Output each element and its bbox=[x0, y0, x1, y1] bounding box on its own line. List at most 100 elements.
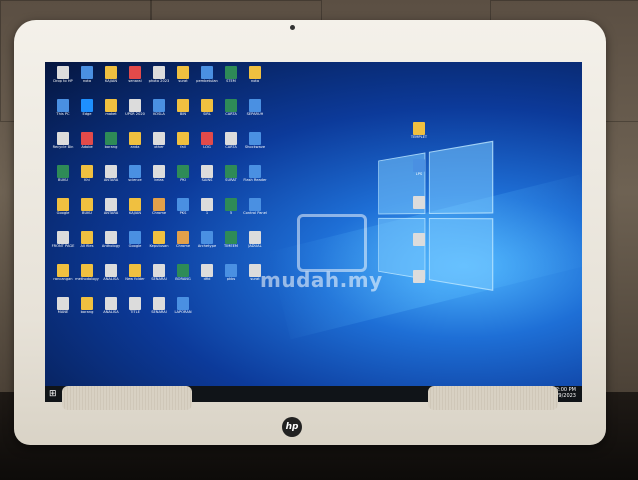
desktop-icon[interactable]: maket bbox=[99, 99, 123, 116]
desktop-icon[interactable]: LOG bbox=[195, 132, 219, 149]
desktop-icon[interactable]: JADUAL bbox=[243, 231, 267, 248]
desktop-icon[interactable]: fail bbox=[171, 132, 195, 149]
desktop-icon[interactable]: Keputusan bbox=[147, 231, 171, 248]
desktop-icon[interactable]: TITLE bbox=[123, 297, 147, 314]
desktop-icon[interactable]: LPS bbox=[407, 159, 431, 176]
file-icon bbox=[153, 198, 165, 211]
desktop-icon[interactable]: Archetype bbox=[195, 231, 219, 248]
desktop-icon[interactable]: SENARAI bbox=[147, 264, 171, 281]
desktop-icon-label: STEM bbox=[226, 79, 236, 83]
desktop-icon[interactable]: UPSR 2020 bbox=[123, 99, 147, 116]
desktop-icon[interactable]: dfid bbox=[195, 264, 219, 281]
desktop-icon[interactable]: CARTA bbox=[219, 132, 243, 149]
desktop-icon[interactable]: Google bbox=[123, 231, 147, 248]
desktop-icon[interactable]: ANALISA bbox=[99, 297, 123, 314]
desktop-icon[interactable]: PKS bbox=[171, 198, 195, 215]
desktop-icon[interactable]: kelas bbox=[147, 165, 171, 182]
file-icon bbox=[57, 165, 69, 178]
desktop-icon[interactable] bbox=[407, 270, 431, 283]
desktop-icon[interactable]: Google bbox=[51, 198, 75, 215]
desktop-icon[interactable]: CARTA bbox=[219, 99, 243, 116]
desktop-icon[interactable]: Edge bbox=[75, 99, 99, 116]
desktop-icon[interactable]: pkbs bbox=[219, 264, 243, 281]
desktop-icon[interactable]: methodology bbox=[75, 264, 99, 281]
desktop-icon[interactable]: Anthology bbox=[99, 231, 123, 248]
desktop-icon-label: SENARAI bbox=[151, 310, 167, 314]
desktop-icon-label: ANALISA bbox=[103, 277, 119, 281]
desktop-icon[interactable]: Flash Reader bbox=[243, 165, 267, 182]
desktop-icon-label: Google bbox=[56, 211, 70, 215]
file-icon bbox=[105, 297, 117, 310]
desktop-icon[interactable]: Shockwave bbox=[243, 132, 267, 149]
desktop-icon[interactable]: ANTARA bbox=[99, 198, 123, 215]
file-icon bbox=[153, 231, 165, 244]
desktop-icon[interactable]: SURAT bbox=[219, 165, 243, 182]
desktop-icon[interactable]: Drop to HP bbox=[51, 66, 75, 83]
desktop-icon[interactable] bbox=[407, 196, 431, 209]
desktop-icon[interactable]: photo 2023 bbox=[147, 66, 171, 83]
desktop-icon[interactable]: SAINS bbox=[195, 165, 219, 182]
desktop-icon[interactable]: FRONT PAGE bbox=[51, 231, 75, 248]
desktop-icon[interactable]: SENARAI bbox=[147, 297, 171, 314]
file-icon bbox=[129, 66, 141, 79]
desktop-icon-label: Google bbox=[128, 244, 142, 248]
desktop-icon[interactable]: nota bbox=[243, 66, 267, 83]
file-icon bbox=[177, 99, 189, 112]
desktop-icon[interactable]: other bbox=[147, 132, 171, 149]
desktop-icon-label: CARTA bbox=[225, 145, 237, 149]
desktop-icon[interactable]: Chrome bbox=[147, 198, 171, 215]
desktop-icon[interactable]: PKI bbox=[171, 165, 195, 182]
desktop-icon[interactable]: 5 bbox=[219, 198, 243, 215]
desktop-icon[interactable]: BIN bbox=[171, 99, 195, 116]
desktop-icon[interactable]: senarai bbox=[123, 66, 147, 83]
desktop-icon[interactable]: Chrome bbox=[171, 231, 195, 248]
desktop-icon[interactable]: BUKU bbox=[51, 165, 75, 182]
desktop-icon[interactable]: ANTARA bbox=[99, 165, 123, 182]
desktop-icon-label: LOG bbox=[203, 145, 211, 149]
desktop-icon-label: BUKU bbox=[82, 211, 92, 215]
desktop-icon[interactable]: MANE bbox=[51, 297, 75, 314]
file-icon bbox=[129, 231, 141, 244]
desktop-icon[interactable]: SIRL bbox=[195, 99, 219, 116]
desktop-icon[interactable]: New folder bbox=[123, 264, 147, 281]
desktop-icon[interactable]: anda bbox=[123, 132, 147, 149]
desktop-icon[interactable]: BUKU bbox=[75, 198, 99, 215]
desktop-icon[interactable]: Control Panel bbox=[243, 198, 267, 215]
desktop-icon[interactable]: SEPARUH bbox=[243, 99, 267, 116]
desktop-icon[interactable]: ANALISA bbox=[99, 264, 123, 281]
desktop-icon-label: Archetype bbox=[197, 244, 217, 248]
desktop-icon[interactable] bbox=[407, 233, 431, 246]
desktop-icon[interactable]: This PC bbox=[51, 99, 75, 116]
start-button[interactable]: ⊞ bbox=[49, 389, 59, 399]
desktop-icon-label: other bbox=[154, 145, 164, 149]
desktop-icon[interactable]: borang bbox=[75, 297, 99, 314]
desktop-icon[interactable]: pembetulan bbox=[195, 66, 219, 83]
file-icon bbox=[153, 297, 165, 310]
desktop-icon[interactable]: TIMEEM bbox=[219, 231, 243, 248]
desktop-icon[interactable]: TEMPLET bbox=[407, 122, 431, 139]
desktop-icon[interactable]: Adobe bbox=[75, 132, 99, 149]
desktop-icon[interactable]: nota bbox=[75, 66, 99, 83]
desktop-icon[interactable]: Khi bbox=[75, 165, 99, 182]
desktop-icon-label: anda bbox=[130, 145, 140, 149]
desktop-icon[interactable]: BORANG bbox=[171, 264, 195, 281]
desktop-icon[interactable]: Recycle Bin bbox=[51, 132, 75, 149]
desktop-icon[interactable]: KAJIAN bbox=[123, 198, 147, 215]
desktop-icon[interactable]: borang bbox=[99, 132, 123, 149]
desktop-icon[interactable]: 1 bbox=[195, 198, 219, 215]
desktop-icon[interactable]: KOSLA bbox=[147, 99, 171, 116]
file-icon bbox=[81, 165, 93, 178]
desktop-icon-label: KAJIAN bbox=[104, 79, 118, 83]
desktop-icon-label: SURAT bbox=[225, 178, 237, 182]
desktop-icon[interactable]: LAPORAN bbox=[171, 297, 195, 314]
watermark-text: mudah.my bbox=[260, 268, 383, 292]
desktop-icon-label: nota bbox=[82, 79, 92, 83]
desktop-icon[interactable]: rancangan bbox=[51, 264, 75, 281]
desktop-icon[interactable]: All files bbox=[75, 231, 99, 248]
desktop-icon[interactable]: surat bbox=[171, 66, 195, 83]
desktop-icon[interactable]: science bbox=[123, 165, 147, 182]
desktop-icon-label: BUKU bbox=[58, 178, 68, 182]
desktop-icon[interactable]: STEM bbox=[219, 66, 243, 83]
desktop-icon[interactable]: KAJIAN bbox=[99, 66, 123, 83]
file-icon bbox=[105, 264, 117, 277]
